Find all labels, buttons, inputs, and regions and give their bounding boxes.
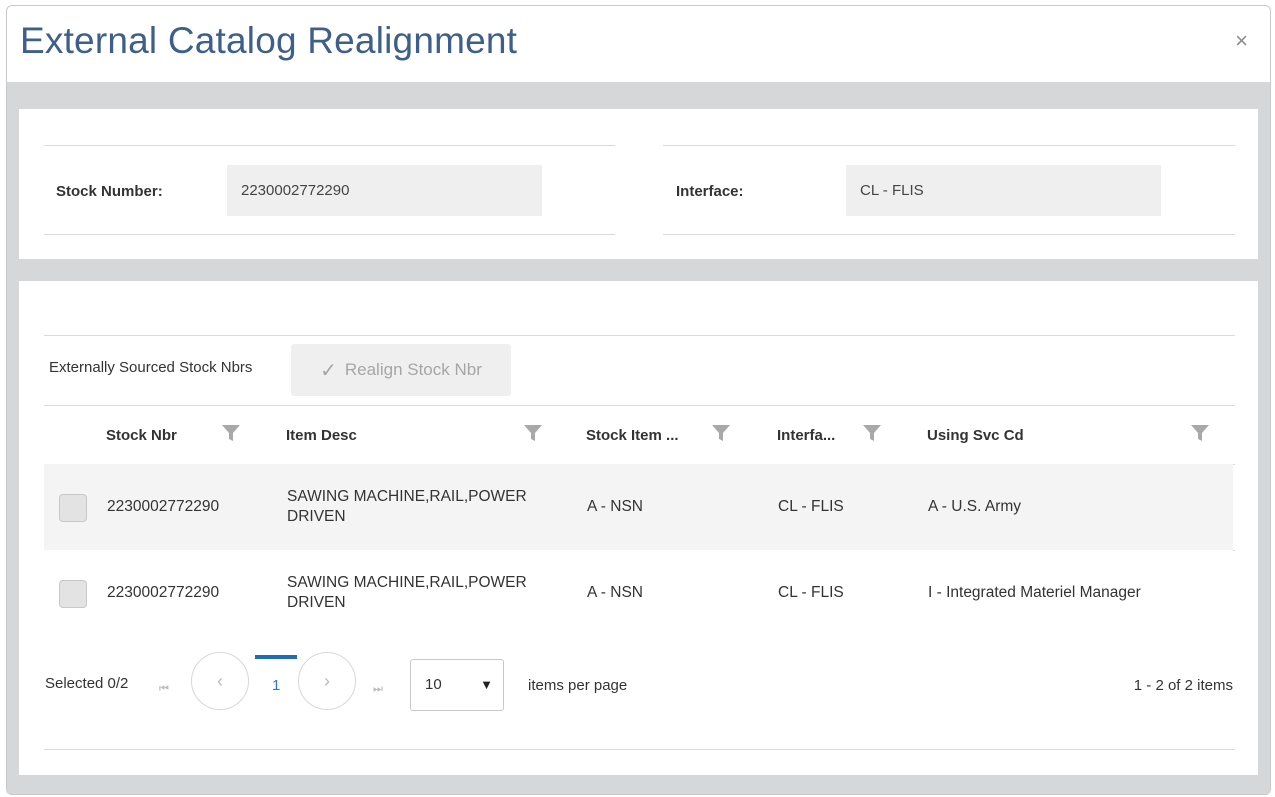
cell-interface: CL - FLIS — [778, 584, 844, 601]
prev-page-button[interactable]: ‹ — [191, 652, 249, 710]
pager-range: 1 - 2 of 2 items — [1133, 677, 1233, 694]
column-header-stock-nbr[interactable]: Stock Nbr — [106, 427, 177, 444]
divider — [663, 145, 1235, 146]
row-checkbox[interactable] — [59, 494, 87, 522]
row-checkbox[interactable] — [59, 580, 87, 608]
page-number-1[interactable]: 1 — [272, 677, 280, 694]
divider — [44, 234, 615, 235]
items-per-page-label: items per page — [528, 677, 628, 694]
cell-item-desc: SAWING MACHINE,RAIL,POWER DRIVEN — [287, 573, 527, 613]
stock-number-field: 2230002772290 — [227, 165, 542, 216]
page-size-value: 10 — [425, 676, 442, 693]
header-panel: Stock Number: 2230002772290 Interface: C… — [19, 109, 1258, 259]
cell-item-desc-line: SAWING MACHINE,RAIL,POWER — [287, 574, 527, 591]
cell-stock-nbr: 2230002772290 — [107, 584, 220, 601]
table-row[interactable]: 2230002772290 SAWING MACHINE,RAIL,POWER … — [44, 550, 1233, 636]
grid-title: Externally Sourced Stock Nbrs — [49, 359, 253, 376]
divider — [44, 405, 1235, 406]
cell-using-svc-cd: A - U.S. Army — [928, 498, 1022, 515]
cell-item-desc-line: DRIVEN — [287, 594, 346, 611]
divider — [663, 234, 1235, 235]
dropdown-arrow-icon: ▼ — [480, 677, 493, 692]
cell-stock-item: A - NSN — [587, 584, 643, 601]
column-header-using-svc-cd[interactable]: Using Svc Cd — [927, 427, 1024, 444]
next-page-button[interactable]: › — [298, 652, 356, 710]
cell-interface: CL - FLIS — [778, 498, 844, 515]
first-page-icon[interactable]: ⏮ — [159, 683, 169, 696]
divider — [44, 145, 615, 146]
column-header-stock-item[interactable]: Stock Item ... — [586, 427, 679, 444]
interface-label: Interface: — [676, 183, 744, 200]
selected-count: Selected 0/2 — [45, 675, 129, 692]
column-header-interface[interactable]: Interfa... — [777, 427, 835, 444]
dialog-body: Stock Number: 2230002772290 Interface: C… — [7, 82, 1270, 794]
column-header-item-desc[interactable]: Item Desc — [286, 427, 357, 444]
page-size-select[interactable]: 10 ▼ — [410, 659, 504, 711]
cell-using-svc-cd: I - Integrated Materiel Manager — [928, 584, 1141, 601]
stock-number-label: Stock Number: — [56, 183, 163, 200]
cell-item-desc-line: DRIVEN — [287, 508, 346, 525]
cell-stock-nbr: 2230002772290 — [107, 498, 220, 515]
cell-item-desc: SAWING MACHINE,RAIL,POWER DRIVEN — [287, 487, 527, 527]
dialog-title: External Catalog Realignment — [20, 20, 518, 61]
divider — [44, 749, 1235, 750]
current-page-indicator — [255, 655, 297, 659]
last-page-icon[interactable]: ⏭ — [373, 683, 383, 696]
table-row[interactable]: 2230002772290 SAWING MACHINE,RAIL,POWER … — [44, 464, 1233, 550]
divider — [44, 335, 1235, 336]
cell-stock-item: A - NSN — [587, 498, 643, 515]
realign-stock-nbr-button[interactable]: ✓ Realign Stock Nbr — [291, 344, 511, 396]
check-icon: ✓ — [320, 359, 337, 382]
cell-item-desc-line: SAWING MACHINE,RAIL,POWER — [287, 488, 527, 505]
grid-panel: Externally Sourced Stock Nbrs ✓ Realign … — [19, 281, 1258, 775]
close-icon[interactable]: × — [1235, 28, 1248, 54]
interface-field: CL - FLIS — [846, 165, 1161, 216]
dialog: External Catalog Realignment × Stock Num… — [6, 5, 1271, 795]
realign-button-label: Realign Stock Nbr — [344, 360, 482, 379]
